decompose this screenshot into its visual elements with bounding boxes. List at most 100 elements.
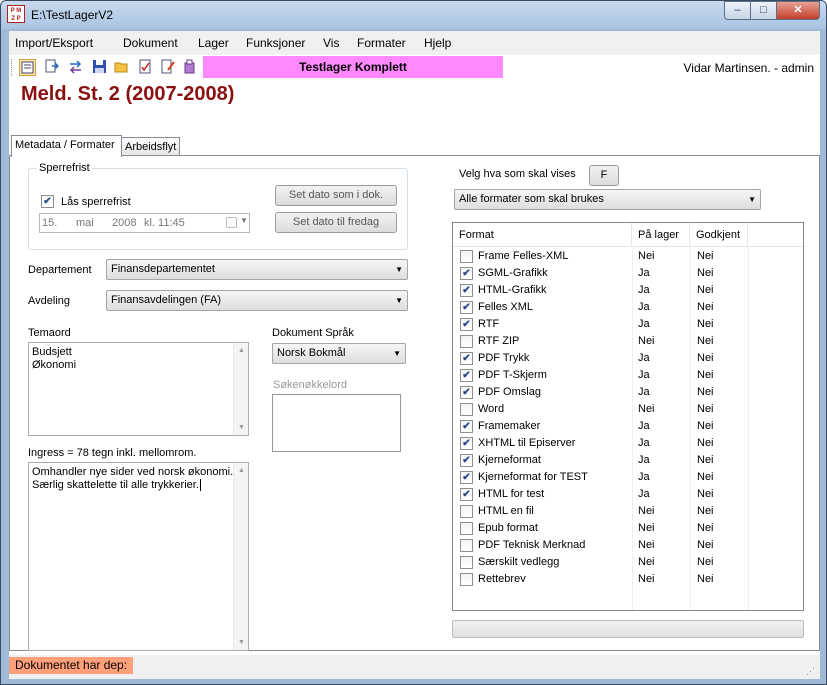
format-checkbox[interactable]: ✔ (460, 284, 473, 297)
sokenokkelord-textarea[interactable] (272, 394, 401, 452)
avdeling-select[interactable]: Finansavdelingen (FA) ▼ (106, 290, 408, 311)
table-row[interactable]: Frame Felles-XML Nei Nei (453, 248, 803, 265)
format-checkbox[interactable] (460, 505, 473, 518)
pa-lager-value: Nei (638, 539, 655, 551)
format-checkbox[interactable] (460, 403, 473, 416)
table-row[interactable]: ✔ XHTML til Episerver Ja Nei (453, 435, 803, 452)
godkjent-value: Nei (697, 386, 714, 398)
format-checkbox[interactable]: ✔ (460, 420, 473, 433)
format-checkbox[interactable]: ✔ (460, 454, 473, 467)
menu-hjelp[interactable]: Hjelp (424, 36, 451, 50)
table-row[interactable]: ✔ HTML-Grafikk Ja Nei (453, 282, 803, 299)
table-row[interactable]: ✔ PDF Omslag Ja Nei (453, 384, 803, 401)
maximize-button[interactable]: □ (750, 1, 777, 20)
set-date-as-doc-button[interactable]: Set dato som i dok. (275, 185, 397, 206)
format-name: Kjerneformat for TEST (478, 471, 588, 483)
checklist-icon[interactable] (137, 59, 154, 76)
edit-icon[interactable] (159, 59, 176, 76)
dokument-sprak-select[interactable]: Norsk Bokmål ▼ (272, 343, 406, 364)
ingress-scrollbar[interactable]: ▲ ▼ (233, 463, 248, 650)
godkjent-value: Nei (697, 437, 714, 449)
departement-select[interactable]: Finansdepartementet ▼ (106, 259, 408, 280)
properties-icon[interactable] (19, 59, 36, 76)
date-check-icon[interactable] (226, 217, 237, 228)
column-header-godkjent[interactable]: Godkjent (690, 223, 748, 247)
format-checkbox[interactable] (460, 573, 473, 586)
format-checkbox[interactable]: ✔ (460, 301, 473, 314)
scroll-up-icon[interactable]: ▲ (234, 343, 249, 358)
table-row[interactable]: Epub format Nei Nei (453, 520, 803, 537)
column-header-format[interactable]: Format (453, 223, 632, 247)
format-checkbox[interactable] (460, 522, 473, 535)
table-row[interactable]: HTML en fil Nei Nei (453, 503, 803, 520)
toolbar: Testlager Komplett Vidar Martinsen. - ad… (9, 55, 820, 80)
format-checkbox[interactable]: ✔ (460, 267, 473, 280)
format-checkbox[interactable]: ✔ (460, 318, 473, 331)
transfer-icon[interactable] (67, 59, 84, 76)
progress-bar (452, 620, 804, 638)
departement-label: Departement (28, 264, 92, 276)
format-checkbox[interactable]: ✔ (460, 352, 473, 365)
format-checkbox[interactable] (460, 250, 473, 263)
set-date-friday-button[interactable]: Set dato til fredag (275, 212, 397, 233)
ingress-textarea[interactable]: Omhandler nye sider ved norsk økonomi. S… (28, 462, 249, 651)
table-row[interactable]: Særskilt vedlegg Nei Nei (453, 554, 803, 571)
table-row[interactable]: ✔ Kjerneformat Ja Nei (453, 452, 803, 469)
table-row[interactable]: ✔ PDF Trykk Ja Nei (453, 350, 803, 367)
scroll-down-icon[interactable]: ▼ (234, 635, 249, 650)
menu-lager[interactable]: Lager (198, 36, 229, 50)
table-row[interactable]: ✔ SGML-Grafikk Ja Nei (453, 265, 803, 282)
open-folder-icon[interactable] (113, 59, 130, 76)
format-checkbox[interactable] (460, 539, 473, 552)
table-row[interactable]: ✔ Framemaker Ja Nei (453, 418, 803, 435)
resize-grip-icon[interactable]: ⋰ (806, 665, 818, 677)
format-checkbox[interactable] (460, 335, 473, 348)
sperrefrist-date-picker[interactable]: 15. mai 2008 kl. 11:45 ▼ (39, 213, 250, 233)
export-icon[interactable] (181, 59, 198, 76)
toolbar-grip[interactable] (11, 59, 14, 76)
ingress-line: Omhandler nye sider ved norsk økonomi. (32, 466, 234, 478)
close-button[interactable]: ✕ (776, 1, 820, 20)
scroll-down-icon[interactable]: ▼ (234, 420, 249, 435)
table-row[interactable]: RTF ZIP Nei Nei (453, 333, 803, 350)
table-row[interactable]: ✔ Felles XML Ja Nei (453, 299, 803, 316)
calendar-dropdown-icon[interactable]: ▼ (240, 216, 248, 225)
menu-import-eksport[interactable]: Import/Eksport (15, 36, 93, 50)
column-header-pa-lager[interactable]: På lager (632, 223, 690, 247)
temaord-textarea[interactable]: Budsjett Økonomi ▲ ▼ (28, 342, 249, 436)
temaord-scrollbar[interactable]: ▲ ▼ (233, 343, 248, 435)
tab-metadata-formater[interactable]: Metadata / Formater (11, 135, 122, 157)
format-checkbox[interactable]: ✔ (460, 488, 473, 501)
table-row[interactable]: PDF Teknisk Merknad Nei Nei (453, 537, 803, 554)
sokenokkelord-label: Søkenøkkelord (273, 379, 347, 391)
lock-sperrefrist-checkbox[interactable]: ✔ (41, 195, 54, 208)
format-name: HTML for test (478, 488, 545, 500)
menu-vis[interactable]: Vis (323, 36, 339, 50)
format-filter-select[interactable]: Alle formater som skal brukes ▼ (454, 189, 761, 210)
format-checkbox[interactable]: ✔ (460, 369, 473, 382)
table-row[interactable]: ✔ PDF T-Skjerm Ja Nei (453, 367, 803, 384)
format-checkbox[interactable] (460, 556, 473, 569)
table-row[interactable]: ✔ Kjerneformat for TEST Ja Nei (453, 469, 803, 486)
pa-lager-value: Ja (638, 386, 650, 398)
table-row[interactable]: ✔ RTF Ja Nei (453, 316, 803, 333)
title-bar[interactable]: P MZ P E:\TestLagerV2 – □ ✕ (1, 1, 826, 29)
status-message: Dokumentet har dep: (9, 657, 134, 674)
format-checkbox[interactable]: ✔ (460, 386, 473, 399)
menu-formater[interactable]: Formater (357, 36, 406, 50)
scroll-up-icon[interactable]: ▲ (234, 463, 249, 478)
f-button[interactable]: F (589, 165, 619, 186)
format-checkbox[interactable]: ✔ (460, 437, 473, 450)
minimize-button[interactable]: – (724, 1, 751, 20)
format-checkbox[interactable]: ✔ (460, 471, 473, 484)
table-row[interactable]: Rettebrev Nei Nei (453, 571, 803, 588)
table-row[interactable]: ✔ HTML for test Ja Nei (453, 486, 803, 503)
next-icon[interactable] (43, 59, 60, 76)
save-icon[interactable] (91, 59, 108, 76)
tab-arbeidsflyt[interactable]: Arbeidsflyt (121, 137, 180, 157)
format-name: HTML en fil (478, 505, 534, 517)
menu-funksjoner[interactable]: Funksjoner (246, 36, 305, 50)
pa-lager-value: Ja (638, 454, 650, 466)
table-row[interactable]: Word Nei Nei (453, 401, 803, 418)
menu-dokument[interactable]: Dokument (123, 36, 178, 50)
